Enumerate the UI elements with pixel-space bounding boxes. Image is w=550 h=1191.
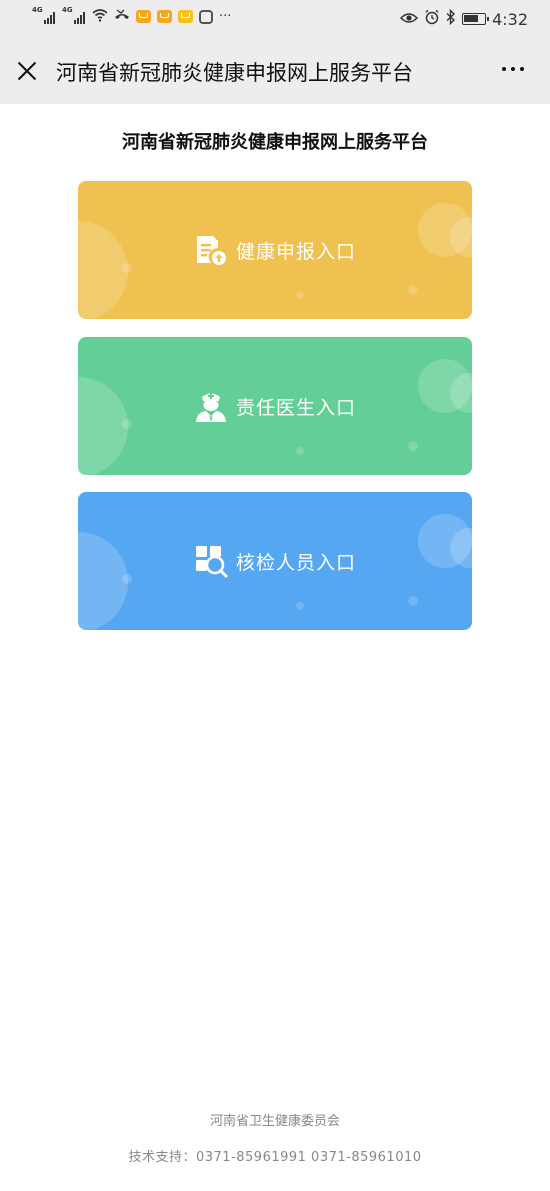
more-notifications-indicator: ··· xyxy=(219,9,232,24)
status-time: 4:32 xyxy=(492,9,528,29)
eye-comfort-icon xyxy=(400,10,419,29)
inspector-entry-button[interactable]: 核检人员入口 xyxy=(78,492,472,630)
wifi-icon xyxy=(92,8,108,25)
network-type-label: 4G xyxy=(32,5,43,14)
more-dot-icon xyxy=(520,67,524,71)
inspector-entry-label: 核检人员入口 xyxy=(235,551,356,574)
close-button[interactable] xyxy=(14,58,40,84)
health-report-icon xyxy=(196,236,226,265)
doctor-icon xyxy=(195,393,226,422)
doctor-entry-button[interactable]: 责任医生入口 xyxy=(78,337,472,475)
signal-icon: 4G xyxy=(32,6,56,24)
bluetooth-icon xyxy=(446,8,456,29)
doctor-entry-label: 责任医生入口 xyxy=(235,396,356,419)
app-notification-icon xyxy=(199,9,213,24)
battery-icon xyxy=(462,13,490,25)
mail-notification-icon xyxy=(157,10,172,23)
mail-notification-icon xyxy=(136,10,151,23)
footer-support-contact: 技术支持：0371-85961991 0371-85961010 xyxy=(128,1150,422,1165)
alarm-icon xyxy=(424,9,440,29)
network-type-label: 4G xyxy=(62,5,73,14)
more-options-button[interactable] xyxy=(502,67,524,71)
status-bar: 4G 4G ··· 4:32 xyxy=(0,0,550,38)
app-notification-icon xyxy=(178,10,193,23)
page-title: 河南省新冠肺炎健康申报网上服务平台 xyxy=(122,132,428,153)
status-bar-left: 4G 4G ··· xyxy=(32,6,232,25)
health-report-entry-button[interactable]: 健康申报入口 xyxy=(78,181,472,319)
signal-icon: 4G xyxy=(62,6,86,24)
more-dot-icon xyxy=(502,67,506,71)
status-bar-right: 4:32 xyxy=(400,8,528,29)
footer-organization: 河南省卫生健康委员会 xyxy=(209,1114,340,1129)
missed-call-icon xyxy=(114,8,130,25)
window-title: 河南省新冠肺炎健康申报网上服务平台 xyxy=(56,61,413,85)
health-report-entry-label: 健康申报入口 xyxy=(235,240,356,263)
inspector-search-icon xyxy=(195,546,228,578)
title-bar: 河南省新冠肺炎健康申报网上服务平台 xyxy=(0,38,550,104)
more-dot-icon xyxy=(511,67,515,71)
